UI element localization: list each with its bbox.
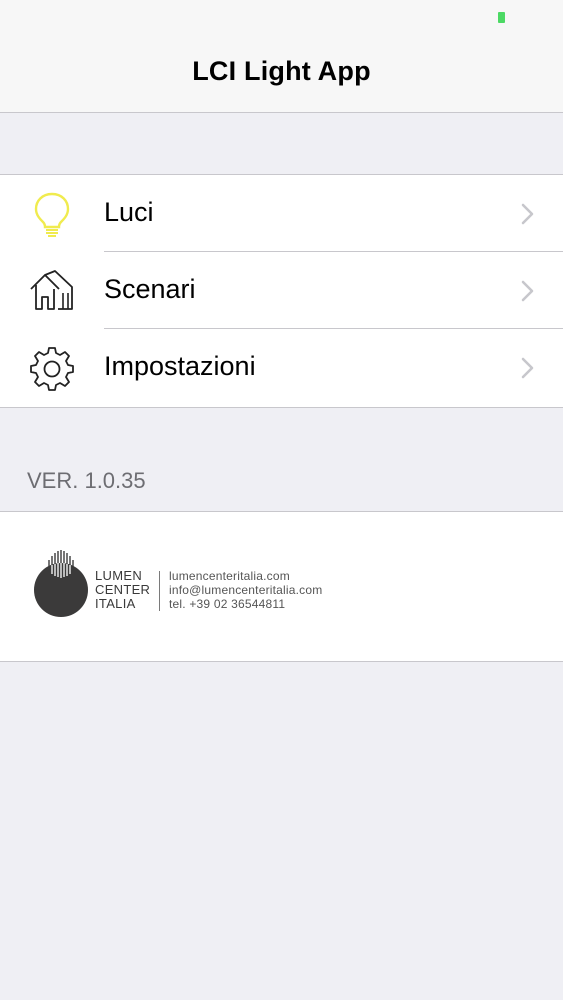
lightbulb-icon xyxy=(34,192,70,237)
lumen-center-logo xyxy=(34,550,88,617)
battery-icon xyxy=(498,12,505,23)
phone-number[interactable]: tel. +39 02 36544811 xyxy=(169,597,322,611)
chevron-right-icon xyxy=(521,357,534,379)
menu-item-scenari[interactable]: Scenari xyxy=(0,252,563,329)
contact-info: lumencenteritalia.com info@lumencenterit… xyxy=(169,569,322,611)
chevron-right-icon xyxy=(521,280,534,302)
navigation-bar: LCI Light App xyxy=(0,0,563,113)
page-title: LCI Light App xyxy=(192,56,371,86)
website-link[interactable]: lumencenteritalia.com xyxy=(169,569,322,583)
gear-icon xyxy=(30,347,74,391)
logo-line: ITALIA xyxy=(95,596,136,611)
menu-item-impostazioni[interactable]: Impostazioni xyxy=(0,329,563,406)
chevron-right-icon xyxy=(521,203,534,225)
house-icon xyxy=(30,270,73,310)
logo-divider xyxy=(159,571,160,611)
status-bar xyxy=(0,0,563,36)
logo-line: CENTER xyxy=(95,582,151,597)
menu-item-luci[interactable]: Luci xyxy=(0,175,563,252)
menu-item-label: Impostazioni xyxy=(104,351,256,381)
menu-item-label: Luci xyxy=(104,197,154,227)
logo-wordmark: LUMEN CENTER ITALIA xyxy=(95,569,150,611)
logo-line: LUMEN xyxy=(95,568,143,583)
footer-card: LUMEN CENTER ITALIA lumencenteritalia.co… xyxy=(0,511,563,662)
version-label: VER. 1.0.35 xyxy=(27,468,146,493)
menu-item-label: Scenari xyxy=(104,274,196,304)
email-link[interactable]: info@lumencenteritalia.com xyxy=(169,583,322,597)
main-menu: Luci Scenari Impostazioni xyxy=(0,174,563,408)
